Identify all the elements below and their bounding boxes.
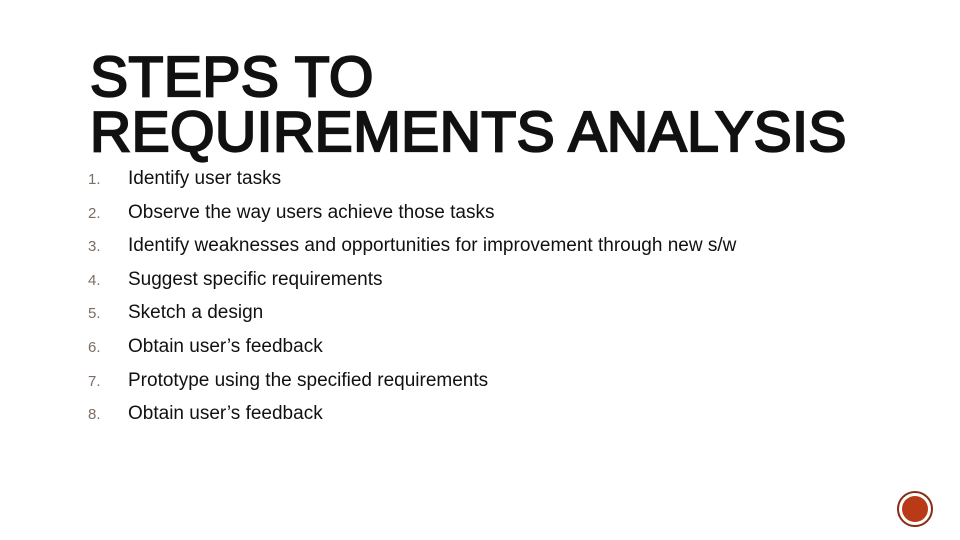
list-item: 5. Sketch a design [88,302,736,336]
step-number: 4. [88,271,101,289]
list-item: 2. Observe the way users achieve those t… [88,202,736,236]
list-item: 8. Obtain user’s feedback [88,403,736,437]
step-text: Obtain user’s feedback [128,403,323,425]
step-text: Identify weaknesses and opportunities fo… [128,235,737,257]
list-item: 3. Identify weaknesses and opportunities… [88,235,736,269]
step-number: 5. [88,305,101,323]
list-item: 4. Suggest specific requirements [88,269,736,303]
step-text: Sketch a design [128,302,264,324]
step-number: 2. [88,204,101,222]
step-number: 7. [88,372,101,390]
step-text: Obtain user’s feedback [128,335,323,357]
slide-title: Steps to Requirements Analysis [89,45,848,164]
step-text: Suggest specific requirements [128,268,383,290]
step-number: 1. [88,171,101,188]
step-number: 6. [88,338,101,356]
step-text: Identify user tasks [128,168,282,189]
list-item: 6. Obtain user’s feedback [88,336,736,370]
list-item: 7. Prototype using the specified require… [88,370,736,404]
step-text: Prototype using the specified requiremen… [128,369,489,391]
step-number: 8. [88,406,101,424]
circle-badge-icon [897,491,933,527]
steps-list: 1. Identify user tasks 2. Observe the wa… [88,168,736,437]
slide: Steps to Requirements Analysis 1. Identi… [0,0,960,540]
list-item: 1. Identify user tasks [88,168,736,202]
step-text: Observe the way users achieve those task… [128,201,495,223]
badge-fill [902,496,928,522]
step-number: 3. [88,238,101,256]
